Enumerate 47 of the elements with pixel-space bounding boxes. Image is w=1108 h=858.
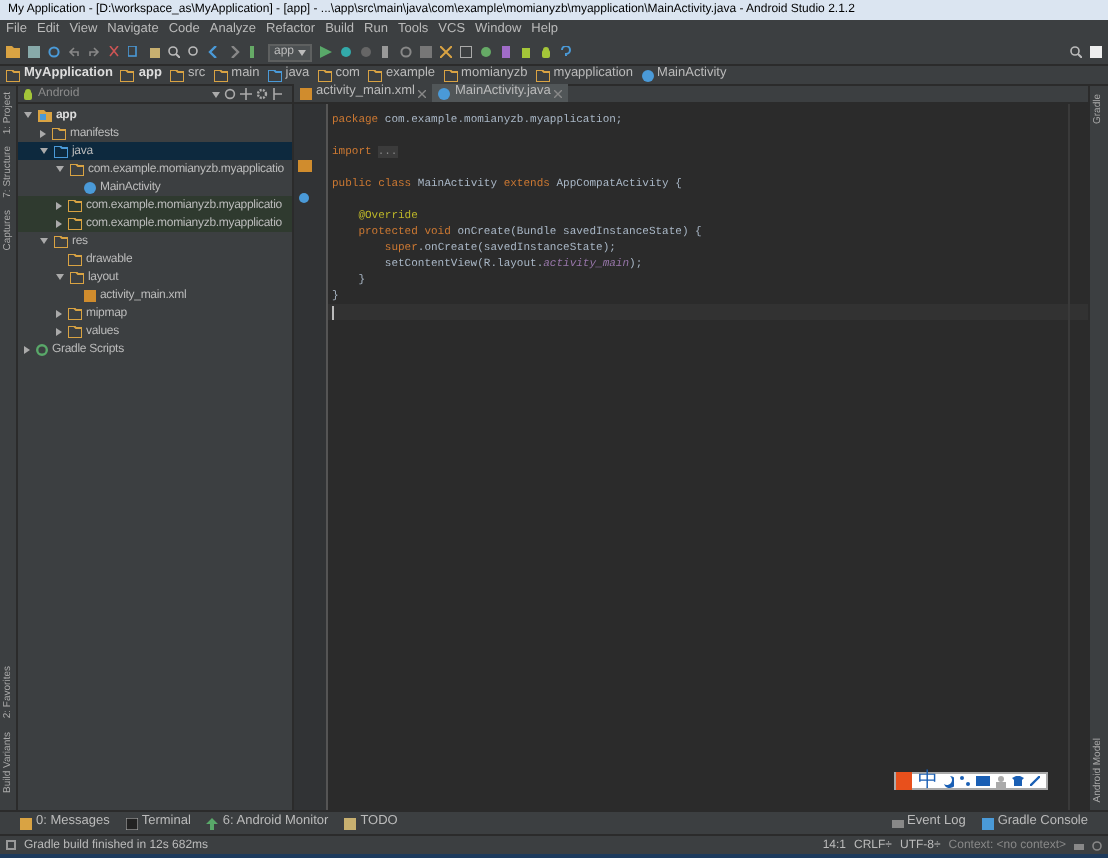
caret-icon [212, 91, 220, 97]
redo-icon[interactable] [88, 46, 100, 58]
folder-icon [367, 69, 382, 81]
expanded-arrow-icon[interactable] [24, 112, 32, 118]
user-icon[interactable] [996, 775, 1006, 787]
shirt-icon[interactable] [1012, 776, 1024, 786]
search-icon[interactable] [168, 46, 180, 58]
caret-icon [298, 49, 307, 55]
expanded-arrow-icon[interactable] [56, 274, 64, 280]
collapsed-arrow-icon[interactable] [56, 219, 62, 227]
stop-icon[interactable] [420, 46, 433, 58]
folder-icon [535, 69, 550, 81]
run-icon[interactable] [320, 46, 333, 58]
settings-icon[interactable] [256, 88, 268, 100]
gradle-icon [36, 343, 48, 355]
punctuation-icon[interactable] [960, 776, 970, 786]
text-cursor [332, 305, 334, 319]
folder-icon [213, 69, 228, 81]
collapsed-arrow-icon[interactable] [56, 309, 62, 317]
moon-icon[interactable] [944, 775, 954, 787]
folder-icon [120, 69, 135, 81]
close-icon[interactable] [418, 89, 427, 97]
android-icon [22, 88, 34, 100]
expanded-arrow-icon[interactable] [40, 238, 48, 244]
forward-icon[interactable] [228, 46, 240, 58]
search-icon[interactable] [1070, 46, 1082, 58]
android-icon [206, 817, 219, 829]
collapsed-arrow-icon[interactable] [24, 345, 30, 353]
target-icon[interactable] [224, 88, 236, 100]
ime-mode[interactable]: 中 [918, 771, 938, 791]
module-folder-icon [38, 109, 52, 121]
folder-icon [317, 69, 332, 81]
help-icon[interactable] [560, 46, 573, 58]
undo-icon[interactable] [68, 46, 80, 58]
close-icon[interactable] [554, 89, 563, 97]
android-icon[interactable] [540, 46, 553, 58]
crosshair-icon[interactable] [240, 88, 252, 100]
collapsed-arrow-icon[interactable] [56, 327, 62, 335]
cut-icon[interactable] [108, 46, 120, 58]
expanded-arrow-icon[interactable] [40, 148, 48, 154]
terminal-icon [125, 817, 138, 829]
back-icon[interactable] [208, 46, 220, 58]
folder-icon [267, 69, 282, 81]
input-method-toolbar[interactable]: 中 [894, 772, 1048, 790]
folder-icon [443, 69, 458, 81]
expanded-arrow-icon[interactable] [56, 166, 64, 172]
folder-icon [169, 69, 184, 81]
